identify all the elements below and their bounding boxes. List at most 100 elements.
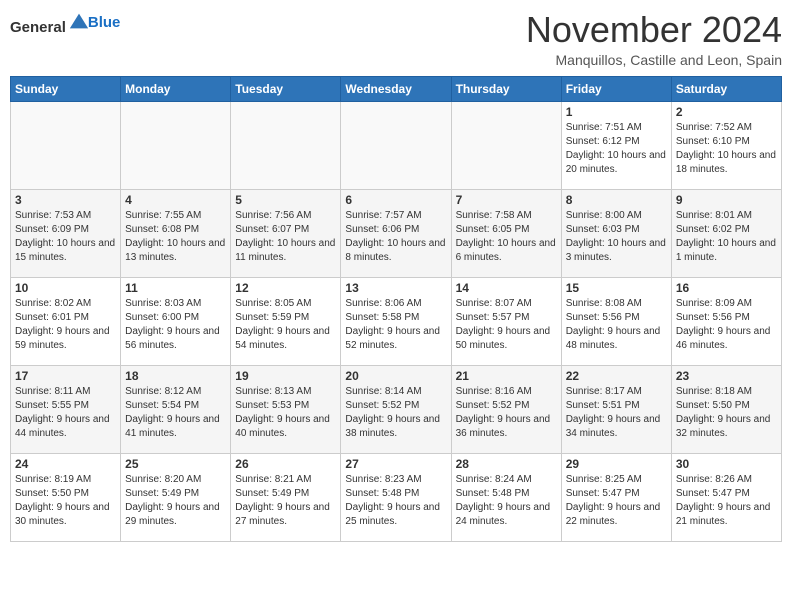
day-info: Sunrise: 7:57 AM Sunset: 6:06 PM Dayligh… — [345, 209, 446, 265]
day-number: 3 — [15, 193, 116, 207]
calendar-day-cell: 30Sunrise: 8:26 AM Sunset: 5:47 PM Dayli… — [671, 453, 781, 541]
calendar-day-cell: 9 Sunrise: 8:01 AM Sunset: 6:02 PM Daylig… — [671, 189, 781, 277]
day-number: 1 — [566, 105, 667, 119]
logo: General Blue — [10, 10, 120, 36]
day-number: 21 — [456, 369, 557, 383]
day-info: Sunrise: 8:18 AM Sunset: 5:50 PM Dayligh… — [676, 385, 777, 441]
calendar-day-cell — [121, 101, 231, 189]
calendar-day-cell: 25 Sunrise: 8:20 AM Sunset: 5:49 PM Dayli… — [121, 453, 231, 541]
day-info: Sunrise: 7:55 AM Sunset: 6:08 PM Dayligh… — [125, 209, 226, 265]
calendar-day-cell: 26 Sunrise: 8:21 AM Sunset: 5:49 PM Dayli… — [231, 453, 341, 541]
month-title: November 2024 — [526, 10, 782, 50]
calendar-day-cell: 6 Sunrise: 7:57 AM Sunset: 6:06 PM Daylig… — [341, 189, 451, 277]
calendar-day-cell: 19 Sunrise: 8:13 AM Sunset: 5:53 PM Dayli… — [231, 365, 341, 453]
weekday-header: Wednesday — [341, 76, 451, 101]
calendar-day-cell: 23 Sunrise: 8:18 AM Sunset: 5:50 PM Dayli… — [671, 365, 781, 453]
day-number: 6 — [345, 193, 446, 207]
day-info: Sunrise: 8:05 AM Sunset: 5:59 PM Dayligh… — [235, 297, 336, 353]
day-number: 14 — [456, 281, 557, 295]
calendar-day-cell: 29 Sunrise: 8:25 AM Sunset: 5:47 PM Dayli… — [561, 453, 671, 541]
day-number: 2 — [676, 105, 777, 119]
day-number: 4 — [125, 193, 226, 207]
day-info: Sunrise: 8:00 AM Sunset: 6:03 PM Dayligh… — [566, 209, 667, 265]
calendar-day-cell: 22Sunrise: 8:17 AM Sunset: 5:51 PM Dayli… — [561, 365, 671, 453]
day-info: Sunrise: 8:25 AM Sunset: 5:47 PM Dayligh… — [566, 473, 667, 529]
calendar-day-cell — [341, 101, 451, 189]
calendar-day-cell: 14 Sunrise: 8:07 AM Sunset: 5:57 PM Dayli… — [451, 277, 561, 365]
location-subtitle: Manquillos, Castille and Leon, Spain — [526, 52, 782, 68]
calendar-day-cell: 17 Sunrise: 8:11 AM Sunset: 5:55 PM Dayli… — [11, 365, 121, 453]
day-info: Sunrise: 8:23 AM Sunset: 5:48 PM Dayligh… — [345, 473, 446, 529]
day-number: 13 — [345, 281, 446, 295]
calendar-day-cell: 7 Sunrise: 7:58 AM Sunset: 6:05 PM Daylig… — [451, 189, 561, 277]
calendar-day-cell: 5Sunrise: 7:56 AM Sunset: 6:07 PM Daylig… — [231, 189, 341, 277]
day-number: 10 — [15, 281, 116, 295]
day-info: Sunrise: 8:03 AM Sunset: 6:00 PM Dayligh… — [125, 297, 226, 353]
day-number: 17 — [15, 369, 116, 383]
calendar-day-cell: 11 Sunrise: 8:03 AM Sunset: 6:00 PM Dayli… — [121, 277, 231, 365]
page-header: General Blue November 2024 Manquillos, C… — [10, 10, 782, 68]
day-number: 7 — [456, 193, 557, 207]
day-info: Sunrise: 8:01 AM Sunset: 6:02 PM Dayligh… — [676, 209, 777, 265]
calendar-day-cell — [451, 101, 561, 189]
day-info: Sunrise: 8:08 AM Sunset: 5:56 PM Dayligh… — [566, 297, 667, 353]
day-number: 19 — [235, 369, 336, 383]
day-info: Sunrise: 8:07 AM Sunset: 5:57 PM Dayligh… — [456, 297, 557, 353]
day-number: 12 — [235, 281, 336, 295]
day-number: 25 — [125, 457, 226, 471]
calendar-day-cell: 4 Sunrise: 7:55 AM Sunset: 6:08 PM Daylig… — [121, 189, 231, 277]
calendar-day-cell: 20 Sunrise: 8:14 AM Sunset: 5:52 PM Dayli… — [341, 365, 451, 453]
weekday-header: Thursday — [451, 76, 561, 101]
title-block: November 2024 Manquillos, Castille and L… — [526, 10, 782, 68]
calendar-week-row: 17 Sunrise: 8:11 AM Sunset: 5:55 PM Dayli… — [11, 365, 782, 453]
calendar-week-row: 1 Sunrise: 7:51 AM Sunset: 6:12 PM Daylig… — [11, 101, 782, 189]
weekday-header: Monday — [121, 76, 231, 101]
day-number: 18 — [125, 369, 226, 383]
day-number: 8 — [566, 193, 667, 207]
day-number: 9 — [676, 193, 777, 207]
day-number: 16 — [676, 281, 777, 295]
calendar-day-cell: 15 Sunrise: 8:08 AM Sunset: 5:56 PM Dayli… — [561, 277, 671, 365]
calendar-day-cell: 10 Sunrise: 8:02 AM Sunset: 6:01 PM Dayli… — [11, 277, 121, 365]
day-info: Sunrise: 8:16 AM Sunset: 5:52 PM Dayligh… — [456, 385, 557, 441]
day-info: Sunrise: 8:13 AM Sunset: 5:53 PM Dayligh… — [235, 385, 336, 441]
day-info: Sunrise: 8:11 AM Sunset: 5:55 PM Dayligh… — [15, 385, 116, 441]
calendar-week-row: 10 Sunrise: 8:02 AM Sunset: 6:01 PM Dayli… — [11, 277, 782, 365]
day-number: 11 — [125, 281, 226, 295]
day-number: 23 — [676, 369, 777, 383]
day-info: Sunrise: 7:56 AM Sunset: 6:07 PM Dayligh… — [235, 209, 336, 265]
day-info: Sunrise: 8:19 AM Sunset: 5:50 PM Dayligh… — [15, 473, 116, 529]
logo-blue: Blue — [88, 14, 121, 31]
day-info: Sunrise: 8:26 AM Sunset: 5:47 PM Dayligh… — [676, 473, 777, 529]
day-info: Sunrise: 8:20 AM Sunset: 5:49 PM Dayligh… — [125, 473, 226, 529]
calendar-day-cell: 21 Sunrise: 8:16 AM Sunset: 5:52 PM Dayli… — [451, 365, 561, 453]
calendar-day-cell — [231, 101, 341, 189]
day-number: 26 — [235, 457, 336, 471]
day-info: Sunrise: 8:21 AM Sunset: 5:49 PM Dayligh… — [235, 473, 336, 529]
calendar-table: SundayMondayTuesdayWednesdayThursdayFrid… — [10, 76, 782, 542]
weekday-header: Tuesday — [231, 76, 341, 101]
day-info: Sunrise: 7:53 AM Sunset: 6:09 PM Dayligh… — [15, 209, 116, 265]
day-info: Sunrise: 8:12 AM Sunset: 5:54 PM Dayligh… — [125, 385, 226, 441]
calendar-day-cell: 28 Sunrise: 8:24 AM Sunset: 5:48 PM Dayli… — [451, 453, 561, 541]
day-info: Sunrise: 7:51 AM Sunset: 6:12 PM Dayligh… — [566, 121, 667, 177]
calendar-day-cell: 8 Sunrise: 8:00 AM Sunset: 6:03 PM Daylig… — [561, 189, 671, 277]
day-number: 24 — [15, 457, 116, 471]
calendar-day-cell — [11, 101, 121, 189]
day-info: Sunrise: 8:24 AM Sunset: 5:48 PM Dayligh… — [456, 473, 557, 529]
calendar-day-cell: 13Sunrise: 8:06 AM Sunset: 5:58 PM Dayli… — [341, 277, 451, 365]
day-info: Sunrise: 8:02 AM Sunset: 6:01 PM Dayligh… — [15, 297, 116, 353]
day-number: 28 — [456, 457, 557, 471]
day-info: Sunrise: 8:17 AM Sunset: 5:51 PM Dayligh… — [566, 385, 667, 441]
calendar-day-cell: 24 Sunrise: 8:19 AM Sunset: 5:50 PM Dayli… — [11, 453, 121, 541]
day-number: 29 — [566, 457, 667, 471]
day-info: Sunrise: 8:14 AM Sunset: 5:52 PM Dayligh… — [345, 385, 446, 441]
weekday-header: Saturday — [671, 76, 781, 101]
calendar-week-row: 24 Sunrise: 8:19 AM Sunset: 5:50 PM Dayli… — [11, 453, 782, 541]
calendar-day-cell: 27Sunrise: 8:23 AM Sunset: 5:48 PM Dayli… — [341, 453, 451, 541]
calendar-day-cell: 3 Sunrise: 7:53 AM Sunset: 6:09 PM Daylig… — [11, 189, 121, 277]
calendar-header-row: SundayMondayTuesdayWednesdayThursdayFrid… — [11, 76, 782, 101]
day-number: 20 — [345, 369, 446, 383]
day-info: Sunrise: 7:58 AM Sunset: 6:05 PM Dayligh… — [456, 209, 557, 265]
day-number: 15 — [566, 281, 667, 295]
